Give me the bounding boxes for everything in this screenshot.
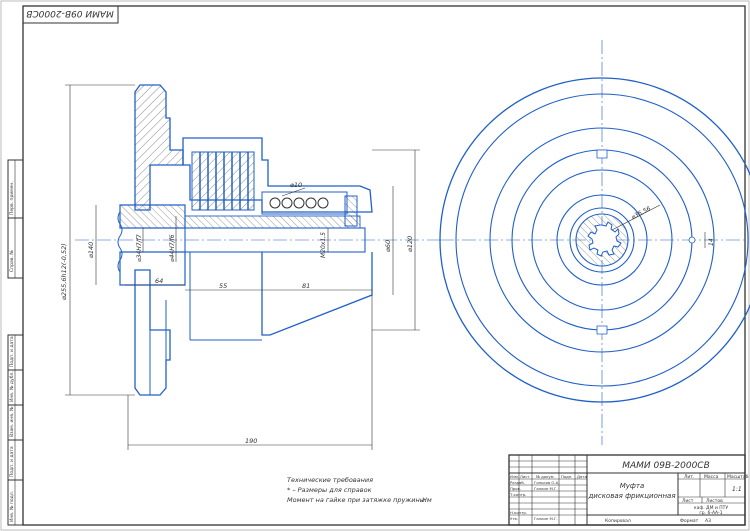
tb-col-scale: Масштаб <box>727 474 749 480</box>
tb-sheets: Листов <box>706 498 723 504</box>
tb-nkontr: Н.контр. <box>510 510 527 515</box>
tb-org-line2: гр. 6-АА-1 <box>699 510 722 516</box>
tb-format-val: А3 <box>705 518 711 524</box>
sprocket-lower <box>134 269 171 396</box>
tb-name-line1: Муфта <box>620 482 645 490</box>
tb-scale: 1:1 <box>732 486 742 493</box>
tb-utv: Утв. <box>510 516 518 521</box>
tb-col-lit: Лит. <box>684 474 694 480</box>
tb-format: Формат <box>680 518 699 524</box>
dim-len55: 55 <box>219 282 227 290</box>
dim-len81: 81 <box>302 282 310 290</box>
tb-row-list: Лист <box>520 474 530 479</box>
tb-razrab-name: Гоньков О.А. <box>534 480 559 485</box>
margin-vzam-inv: Взам. инв. № <box>9 406 15 437</box>
tb-sheet: Лист <box>682 498 694 504</box>
sprocket-upper <box>134 84 184 211</box>
notes-line2: Момент на гайке при затяжке пружины <box>287 496 425 504</box>
margin-podp-data-2: Подп. и дата <box>9 446 15 477</box>
drawing-sheet: МАМИ 09В-2000СВ Перв. примен. Справ. № П… <box>0 0 750 531</box>
tb-row-date: Дата <box>577 474 587 479</box>
drawing-frame <box>22 5 746 526</box>
tb-utv-name: Галкин М.Г. <box>534 516 558 521</box>
margin-perv-prim: Перв. примен. <box>9 181 15 215</box>
dim-m20: M20x1,5 <box>320 232 327 258</box>
notes-title: Технические требования <box>287 476 373 484</box>
margin-inv-podl: Инв. № подл. <box>9 491 15 522</box>
dim-d44: ⌀44H7/f6 <box>169 234 176 262</box>
tb-name-line2: дисковая фрикционная <box>587 492 675 500</box>
tb-row-izm: Изм. <box>510 474 519 479</box>
hub-left <box>119 204 186 229</box>
notes-line1: * – Размеры для справок <box>287 486 372 494</box>
tb-col-mass: Масса <box>704 474 719 480</box>
tb-prov-name: Галкин М.Г. <box>534 486 558 491</box>
dim-d140: ⌀140 <box>87 242 95 258</box>
dim-end-14: 14 <box>708 238 715 246</box>
margin-podp-data-1: Подп. и дата <box>9 336 15 367</box>
stamp-text: МАМИ 09В-2000СВ <box>26 8 114 18</box>
dim-d60: ⌀60 <box>384 240 392 252</box>
notes-unit: Нм <box>422 496 432 504</box>
margin-sprav: Справ. № <box>9 250 15 272</box>
tb-row-sign: Подп. <box>561 474 573 479</box>
dim-d10: ⌀10 <box>290 181 302 189</box>
tb-tkontr: Т.контр. <box>509 492 526 497</box>
dim-outer-diameter: ⌀255,6h12(-0,52) <box>60 243 68 300</box>
tb-kopiroval: Копировал <box>605 518 631 524</box>
sheet-border <box>0 0 750 531</box>
tb-row-doc: № докум. <box>536 474 555 479</box>
margin-boxes: Перв. примен. Справ. № Подп. и дата Инв.… <box>7 159 24 526</box>
top-stamp: МАМИ 09В-2000СВ <box>22 5 119 24</box>
tb-prov: Пров. <box>510 486 521 491</box>
sectional-view: ⌀255,6h12(-0,52) ⌀140 ⌀34H7/f7 ⌀44H7/f6 … <box>60 84 440 450</box>
dim-d34: ⌀34H7/f7 <box>136 234 143 262</box>
dim-len190: 190 <box>245 437 257 445</box>
margin-inv-dubl: Инв. № дубл. <box>9 371 15 402</box>
tb-razrab: Разраб. <box>510 480 525 485</box>
dim-d120: ⌀120 <box>406 236 414 252</box>
end-view: ⌀36,56 14 <box>439 40 750 445</box>
tb-doc-code: МАМИ 09В-2000СВ <box>622 461 710 471</box>
friction-disc-pack <box>191 151 255 211</box>
housing-lower <box>261 252 373 336</box>
tech-notes: Технические требования * – Размеры для с… <box>287 476 432 504</box>
dim-len64: 64 <box>155 277 163 285</box>
